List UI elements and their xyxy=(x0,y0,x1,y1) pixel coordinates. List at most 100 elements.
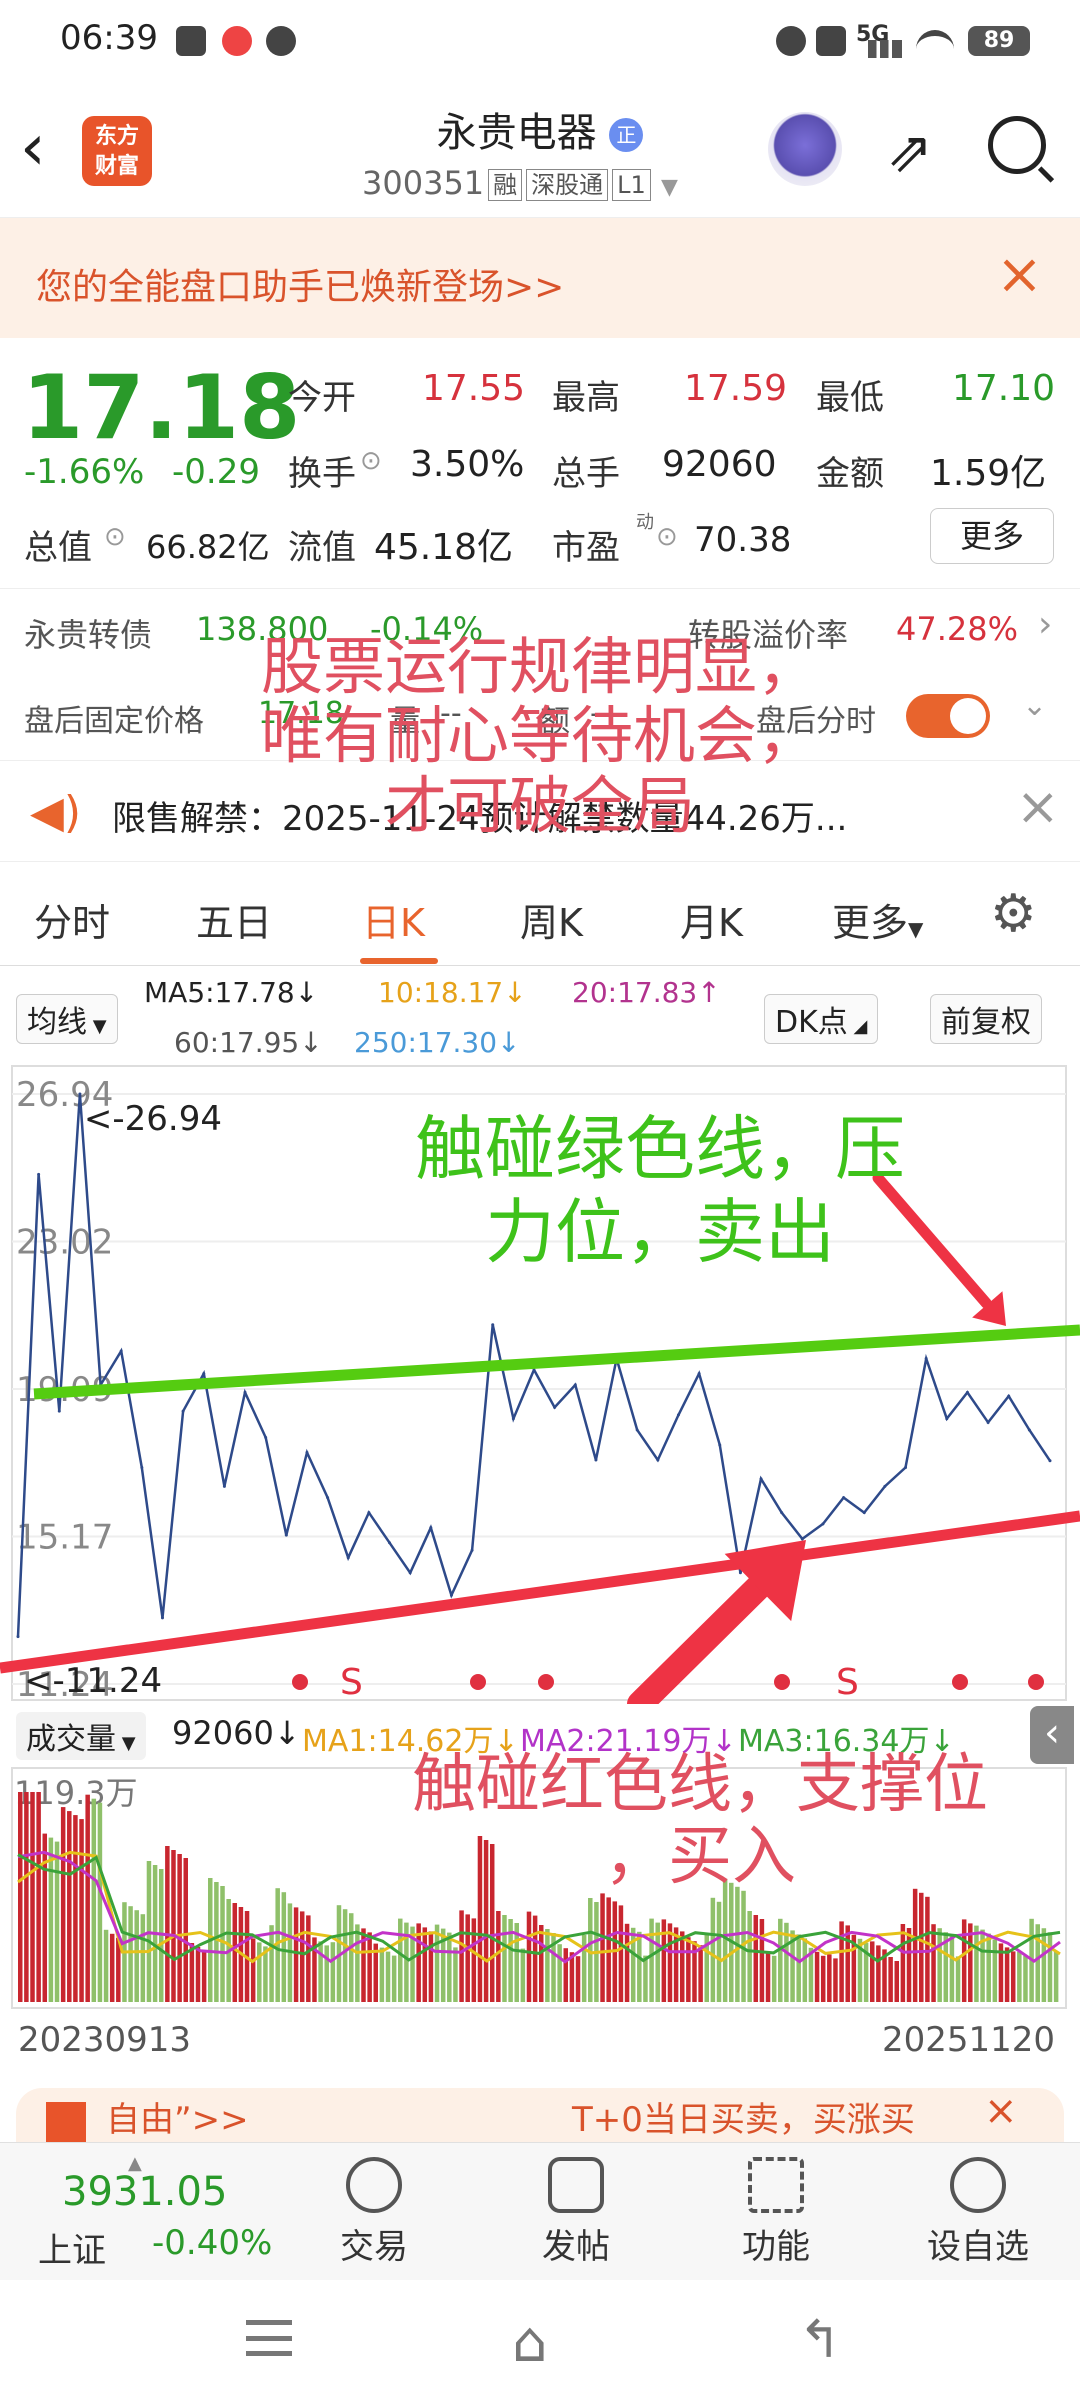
price-point xyxy=(842,1496,846,1500)
tab-five-day[interactable]: 五日 xyxy=(196,892,272,947)
volume-selector[interactable]: 成交量 ▼ xyxy=(16,1712,146,1760)
volume-bar xyxy=(869,1941,875,2002)
tab-monthly-k[interactable]: 月K xyxy=(680,892,743,947)
volume-bar xyxy=(24,1792,29,2002)
amount-label: 金额 xyxy=(816,454,884,494)
price-point xyxy=(222,1484,226,1488)
volume-bar xyxy=(833,1958,838,2002)
ma60-value: 60:17.95↓ xyxy=(174,1026,323,1059)
volume-value: 92060 xyxy=(662,444,777,485)
price-point xyxy=(388,1541,392,1545)
price-point xyxy=(800,1537,804,1541)
price-point xyxy=(119,1349,123,1353)
tab-daily-k[interactable]: 日K xyxy=(362,892,425,947)
volume-bar xyxy=(447,1932,452,2002)
chart-tabs: 分时 五日 日K 周K 月K 更多▼ ⚙ xyxy=(0,862,1080,966)
close-icon[interactable]: × xyxy=(996,242,1043,307)
index-value[interactable]: 3931.05 xyxy=(62,2169,227,2215)
promo-icon xyxy=(46,2102,86,2142)
edit-icon xyxy=(548,2157,604,2213)
volume-bar xyxy=(379,1947,385,2002)
volume-bar xyxy=(269,1925,274,2002)
hd-icon xyxy=(816,26,846,56)
annotation-line: 触碰红色线，支撑位 xyxy=(412,1748,988,1822)
promo-right: T+0当日买卖，买涨买 xyxy=(572,2100,915,2140)
post-label: 发帖 xyxy=(542,2227,610,2267)
speaker-icon: ◀) xyxy=(30,787,82,838)
settings-gear-icon[interactable]: ⚙ xyxy=(990,884,1037,944)
price-point xyxy=(553,1405,557,1409)
volume-bar xyxy=(398,1918,403,2002)
ma10-value: 10:18.17↓ xyxy=(378,976,527,1009)
volume-bar xyxy=(342,1909,348,2002)
volume-bar xyxy=(103,1929,109,2002)
functions-button[interactable]: 功能 xyxy=(716,2157,836,2268)
add-watchlist-button[interactable]: 设自选 xyxy=(918,2157,1038,2268)
stock-header: ‹ 东方 财富 永贵电器 正 300351 融深股通 L1 ▼ ⇗ xyxy=(0,80,1080,218)
search-icon[interactable] xyxy=(988,116,1046,174)
bond-name[interactable]: 永贵转债 xyxy=(24,610,152,656)
price-point xyxy=(1048,1459,1052,1463)
functions-label: 功能 xyxy=(742,2227,810,2267)
close-icon[interactable]: × xyxy=(984,2088,1018,2134)
tab-more[interactable]: 更多▼ xyxy=(832,892,923,947)
info-icon[interactable]: ⊙ xyxy=(360,446,382,476)
annotation-line: 唯有耐心等待机会， xyxy=(260,699,819,773)
back-nav-icon[interactable]: ↰ xyxy=(798,2310,842,2370)
close-icon[interactable]: × xyxy=(1016,777,1060,837)
volume-bar xyxy=(67,1811,72,2002)
info-icon[interactable]: ⊙ xyxy=(656,522,678,552)
volume-bar xyxy=(679,1931,685,2002)
volume-bar xyxy=(355,1924,360,2002)
max-price-label: <-26.94 xyxy=(84,1099,222,1139)
volume-bar xyxy=(1023,1955,1028,2002)
share-icon[interactable]: ⇗ xyxy=(886,120,933,185)
volume-bar xyxy=(747,1911,752,2002)
open-label: 今开 xyxy=(288,378,356,418)
post-button[interactable]: 发帖 xyxy=(516,2157,636,2268)
signal-dot xyxy=(952,1674,968,1690)
trade-button[interactable]: 交易 xyxy=(314,2157,434,2268)
map-pin-icon xyxy=(222,26,252,56)
tab-timeshare[interactable]: 分时 xyxy=(34,892,110,947)
price-point xyxy=(965,1390,969,1394)
price-point xyxy=(780,1511,784,1515)
volume-bar xyxy=(1047,1932,1053,2002)
change-percent: -1.66% xyxy=(24,452,145,492)
volume-bar xyxy=(876,1945,881,2002)
pe-superscript: 动 xyxy=(636,512,654,533)
app-notification-icon xyxy=(176,26,206,56)
annotation-bottom-red: 触碰红色线，支撑位 ，买入 xyxy=(320,1748,1080,1893)
status-time: 06:39 xyxy=(60,18,158,58)
chevron-right-icon[interactable]: › xyxy=(1038,604,1052,645)
volume-bar xyxy=(18,1792,23,2002)
adjust-selector[interactable]: 前复权 xyxy=(930,994,1042,1044)
chevron-down-icon[interactable]: ⌄ xyxy=(1022,688,1047,723)
dk-point-selector[interactable]: DK点 ◢ xyxy=(764,994,879,1044)
volume-bar xyxy=(814,1951,820,2002)
signal-dot xyxy=(1028,1674,1044,1690)
volume-bar xyxy=(1053,1951,1059,2002)
ai-assistant-avatar[interactable] xyxy=(768,112,842,186)
stock-subline[interactable]: 300351 融深股通 L1 ▼ xyxy=(362,164,678,202)
home-icon[interactable]: ⌂ xyxy=(512,2310,548,2375)
volume-bar xyxy=(453,1947,458,2002)
tab-weekly-k[interactable]: 周K xyxy=(520,892,583,947)
info-icon[interactable]: ⊙ xyxy=(104,522,126,552)
promo-banner[interactable]: 您的全能盘口助手已焕新登场>> × xyxy=(0,218,1080,338)
volume-bar xyxy=(649,1918,654,2002)
volume-bar xyxy=(545,1929,550,2002)
ma-selector[interactable]: 均线 ▼ xyxy=(16,994,118,1044)
volume-bar xyxy=(888,1957,893,2002)
volume-bar xyxy=(391,1955,397,2002)
tag-connect: 深股通 xyxy=(526,169,609,201)
volume-bar xyxy=(894,1961,900,2002)
promo-strip[interactable]: 自由”>> T+0当日买卖，买涨买 × xyxy=(16,2088,1064,2142)
chevron-down-icon: ▼ xyxy=(660,175,678,200)
price-point xyxy=(57,1409,61,1413)
volume-bar xyxy=(637,1931,642,2002)
y-tick-label: 15.17 xyxy=(16,1518,113,1558)
volume-bar xyxy=(324,1945,329,2002)
more-button[interactable]: 更多 xyxy=(930,508,1054,564)
volume-bar xyxy=(520,1948,526,2002)
